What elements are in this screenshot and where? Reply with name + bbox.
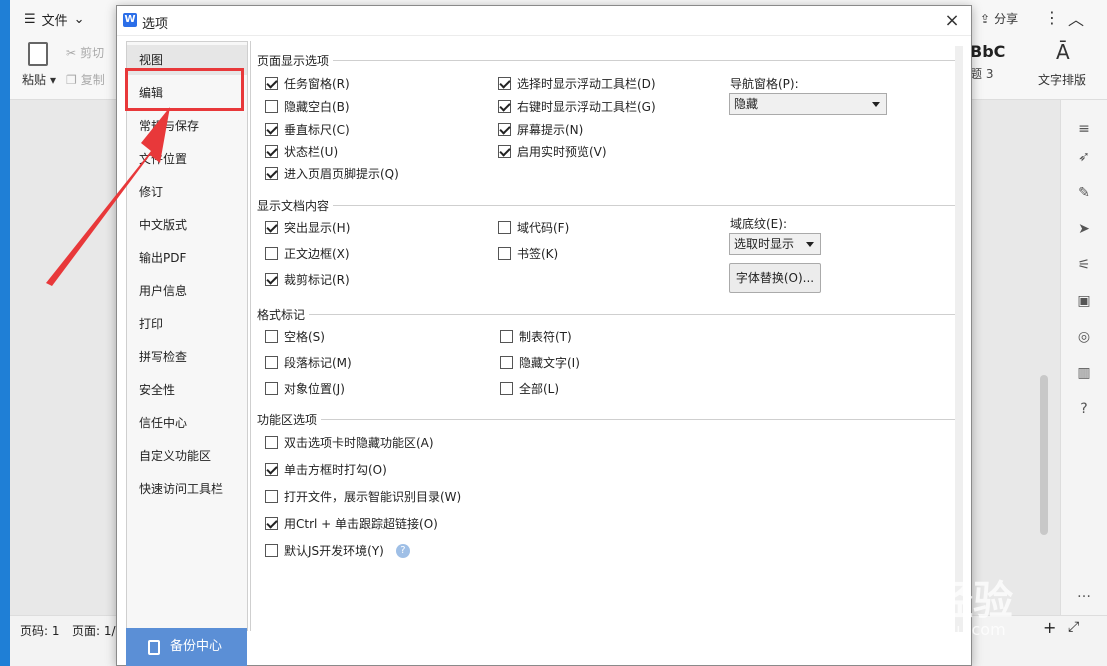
annotation-arrow <box>46 107 170 286</box>
watermark-logo: Bai 经验 <box>848 578 1014 624</box>
watermark-url: jingyan.baidu.com <box>858 620 1006 639</box>
